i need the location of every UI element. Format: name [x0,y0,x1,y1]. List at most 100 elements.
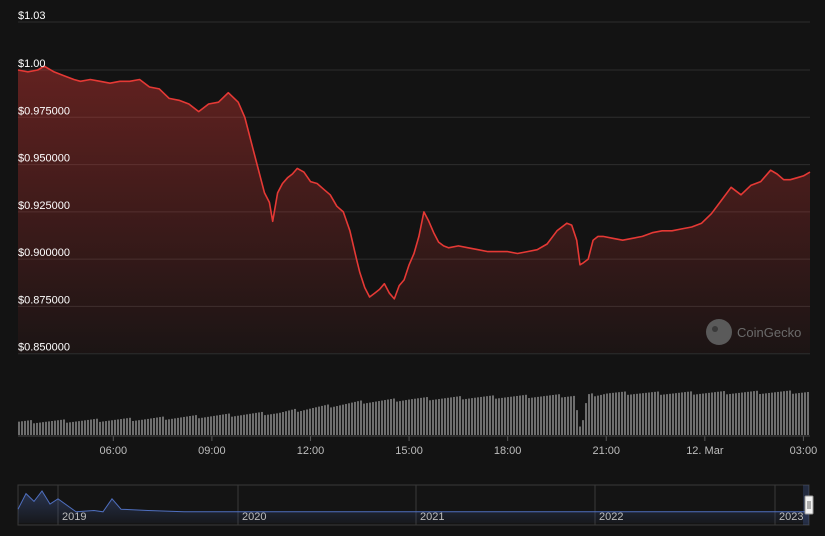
volume-bar [789,390,791,435]
navigator-handle[interactable] [804,495,814,515]
volume-bar [138,420,140,435]
volume-bar [765,393,767,435]
volume-bar [330,407,332,435]
volume-bar [123,418,125,435]
volume-bar [714,392,716,435]
volume-bar [732,393,734,435]
volume-bar [474,397,476,435]
volume-bar [540,396,542,435]
volume-bar [762,393,764,435]
volume-bar [372,402,374,435]
volume-bar [132,420,134,435]
x-tick-label: 15:00 [395,445,423,457]
volume-bar [672,393,674,435]
volume-bar [561,397,563,435]
volume-bar [633,394,635,435]
volume-bar [180,417,182,435]
volume-bar [306,409,308,435]
volume-bar [201,417,203,435]
volume-bar [651,392,653,435]
volume-bar [525,394,527,435]
x-tick-label: 09:00 [198,445,226,457]
volume-bar [657,391,659,435]
volume-bar [711,392,713,435]
volume-bar [456,396,458,435]
y-tick-label: $1.00 [18,58,46,70]
x-tick-label: 12:00 [297,445,325,457]
volume-bar [780,391,782,435]
volume-bar [522,395,524,435]
volume-bar [309,408,311,435]
volume-bar [660,394,662,435]
volume-bar [321,405,323,435]
volume-bar [30,420,32,435]
volume-bar [807,391,809,435]
volume-bar [516,395,518,435]
volume-bar [795,393,797,435]
volume-bar [303,410,305,435]
volume-bar [648,392,650,435]
volume-bar [240,415,242,435]
volume-bar [534,397,536,435]
volume-bar [219,414,221,435]
volume-bar [447,397,449,435]
volume-bar [126,418,128,435]
volume-bar [630,394,632,435]
volume-bar [642,393,644,435]
volume-bar [567,396,569,435]
volume-bar [345,403,347,435]
volume-bar [441,398,443,435]
volume-bar [255,412,257,435]
volume-bar [42,422,44,435]
volume-bar [537,396,539,435]
volume-bar [774,392,776,435]
volume-bar [759,394,761,435]
volume-bar [399,401,401,435]
volume-bar [273,413,275,435]
volume-bar [798,393,800,435]
volume-bar [579,426,581,435]
volume-bar [351,402,353,435]
volume-bar [756,390,758,435]
volume-bar [327,404,329,435]
volume-bar [48,421,50,435]
y-tick-label: $0.850000 [18,342,70,354]
volume-bar [429,400,431,435]
volume-bar [243,414,245,435]
volume-bar [408,399,410,435]
volume-bar [552,394,554,435]
volume-bar [582,420,584,435]
volume-bar [54,420,56,435]
volume-bar [45,421,47,435]
volume-bar [207,416,209,435]
volume-bar [51,421,53,435]
range-navigator[interactable]: 2019 2020 2021 2022 2023 [17,484,814,526]
volume-bar [111,420,113,435]
volume-bar [627,394,629,435]
volume-bar [555,394,557,435]
volume-bar [234,416,236,435]
volume-bar [69,422,71,435]
volume-bar [465,398,467,435]
volume-bar [198,418,200,435]
price-area [18,66,810,353]
volume-bar [189,416,191,435]
volume-bar [360,400,362,435]
volume-bar [576,410,578,435]
volume-bar [348,403,350,435]
volume-bar [450,397,452,435]
volume-bar [66,422,68,435]
volume-bar [381,400,383,435]
volume-bar [585,403,587,435]
volume-bar [666,394,668,435]
volume-bar [738,392,740,435]
x-axis-labels: 06:00 09:00 12:00 15:00 18:00 21:00 12. … [100,445,818,457]
volume-bar [171,418,173,435]
volume-bar [726,394,728,435]
volume-bar [282,411,284,435]
volume-bar [177,417,179,435]
volume-bar [678,392,680,435]
volume-bar [702,393,704,435]
volume-bar [87,419,89,435]
volume-bar [267,414,269,435]
